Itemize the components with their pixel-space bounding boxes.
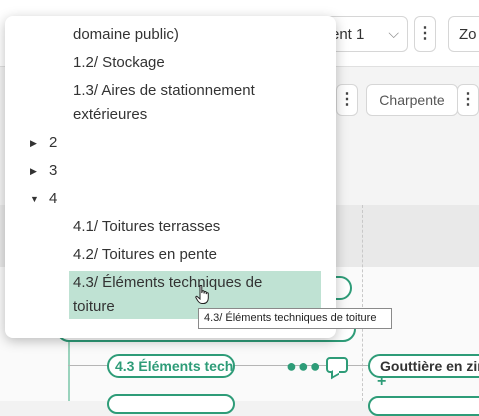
toolbar-more-button[interactable]: ⋮ [336, 84, 358, 116]
column-divider [362, 205, 363, 401]
charpente-more-button[interactable]: ⋮ [457, 84, 479, 116]
page-select-value: ent 1 [331, 26, 365, 43]
zone-select[interactable]: Zo [448, 16, 479, 52]
more-dots-icon[interactable]: ●●● [286, 356, 322, 377]
dropdown-item-1-3-cont: extérieures [73, 106, 148, 123]
collapse-caret-icon[interactable]: ▼ [30, 194, 39, 204]
tree-node-4-3[interactable]: 4.3 Éléments techniques de toiture [107, 354, 235, 378]
add-icon[interactable]: + [377, 373, 386, 391]
dropdown-group-3[interactable]: 3 [49, 162, 57, 179]
expand-caret-icon[interactable]: ▶ [30, 138, 37, 149]
zone-select-value: Zo [459, 26, 477, 43]
comment-icon[interactable] [326, 357, 348, 373]
expand-caret-icon[interactable]: ▶ [30, 166, 37, 177]
dropdown-item-4-1[interactable]: 4.1/ Toitures terrasses [73, 215, 220, 239]
dropdown-item-4-3[interactable]: 4.3/ Éléments techniques de [73, 271, 262, 295]
dropdown-item-domaine-public[interactable]: domaine public) [73, 23, 179, 47]
dropdown-item-1-2[interactable]: 1.2/ Stockage [73, 51, 165, 75]
charpente-button[interactable]: Charpente [366, 84, 458, 116]
tree-node-next[interactable] [107, 394, 235, 414]
hand-cursor-icon [195, 285, 209, 304]
dropdown-item-1-3[interactable]: 1.3/ Aires de stationnement [73, 79, 255, 103]
dropdown-item-4-3-cont: toiture [73, 298, 115, 315]
dropdown-group-2[interactable]: 2 [49, 134, 57, 151]
tree-node-next-right[interactable] [368, 396, 479, 416]
dropdown-item-4-2[interactable]: 4.2/ Toitures en pente [73, 243, 217, 267]
chevron-down-icon: ⌵ [388, 25, 399, 41]
dropdown-group-4[interactable]: 4 [49, 190, 57, 207]
top-more-button[interactable]: ⋮ [414, 16, 436, 52]
tooltip: 4.3/ Éléments techniques de toiture [198, 308, 392, 329]
